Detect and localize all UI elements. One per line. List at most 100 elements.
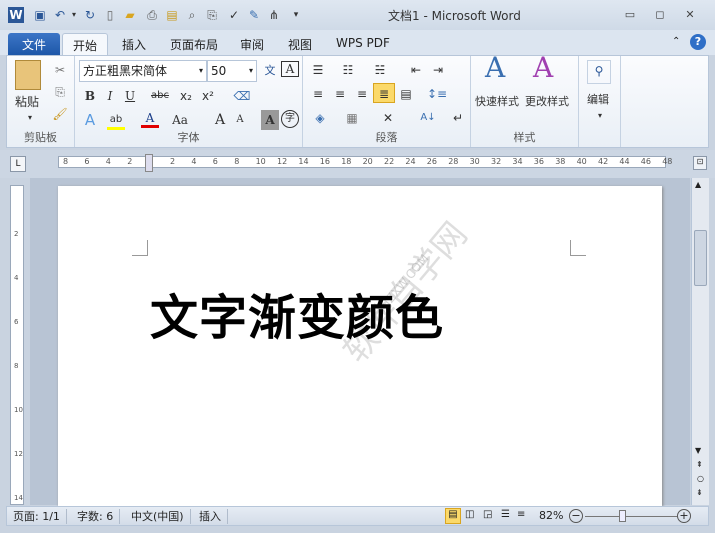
maximize-button[interactable]: ◻ bbox=[650, 8, 670, 22]
shrink-font-button[interactable]: A bbox=[231, 110, 249, 130]
copy-icon[interactable]: ⎘ bbox=[51, 82, 69, 102]
font-color-icon[interactable]: A bbox=[141, 108, 159, 128]
tab-page-layout[interactable]: 页面布局 bbox=[160, 33, 228, 55]
full-screen-reading-icon[interactable]: ◫ bbox=[465, 509, 474, 520]
tab-review[interactable]: 审阅 bbox=[230, 33, 274, 55]
print-layout-icon[interactable]: ▤ bbox=[445, 508, 461, 524]
quick-styles-icon[interactable]: A bbox=[485, 54, 505, 82]
char-shading-button[interactable]: A bbox=[261, 110, 279, 130]
attach-icon[interactable]: ⎘ bbox=[204, 7, 220, 23]
text-effects-icon[interactable]: A bbox=[81, 110, 99, 130]
change-styles-button[interactable]: 更改样式 bbox=[525, 92, 569, 112]
browse-object-icon[interactable]: ○ bbox=[697, 474, 704, 483]
strikethrough-button[interactable]: abc bbox=[151, 86, 169, 106]
phonetic-guide-icon[interactable]: 文 bbox=[261, 61, 279, 81]
zoom-out-button[interactable]: − bbox=[569, 509, 583, 523]
distribute-icon[interactable]: ▤ bbox=[397, 84, 415, 104]
edit-icon[interactable]: ✎ bbox=[246, 7, 262, 23]
vertical-scrollbar[interactable]: ▲ ▼ ⇞ ○ ⇟ bbox=[691, 178, 709, 505]
line-spacing-icon[interactable]: ↕≡ bbox=[427, 84, 447, 104]
document-page[interactable]: 软件自学网 RJZXW.COM 文字渐变颜色 bbox=[58, 186, 662, 506]
justify-button[interactable]: ≣ bbox=[373, 83, 395, 103]
scroll-up-icon[interactable]: ▲ bbox=[695, 180, 701, 189]
close-button[interactable]: ✕ bbox=[680, 8, 700, 22]
increase-indent-icon[interactable]: ⇥ bbox=[429, 60, 447, 80]
spelling-icon[interactable]: ✓ bbox=[226, 7, 242, 23]
change-styles-icon[interactable]: A bbox=[533, 54, 553, 82]
bullets-icon[interactable]: ☰ bbox=[309, 60, 327, 80]
folder-icon[interactable]: ▤ bbox=[164, 7, 180, 23]
zoom-in-button[interactable]: + bbox=[677, 509, 691, 523]
prev-page-icon[interactable]: ⇞ bbox=[696, 460, 703, 469]
tab-insert[interactable]: 插入 bbox=[112, 33, 156, 55]
org-chart-icon[interactable]: ⋔ bbox=[266, 7, 282, 23]
editing-dropdown-icon[interactable]: ▾ bbox=[591, 106, 609, 126]
word-count[interactable]: 字数: 6 bbox=[71, 509, 121, 524]
help-icon[interactable]: ? bbox=[690, 34, 706, 50]
view-ruler-icon[interactable]: ⊡ bbox=[693, 156, 707, 170]
web-layout-icon[interactable]: ◲ bbox=[483, 509, 492, 520]
italic-button[interactable]: I bbox=[101, 86, 119, 106]
font-name-select[interactable]: 方正粗黑宋简体 ▾ bbox=[79, 60, 207, 82]
numbering-icon[interactable]: ☷ bbox=[339, 60, 357, 80]
align-left-icon[interactable]: ≡ bbox=[309, 84, 327, 104]
zoom-slider[interactable] bbox=[585, 516, 677, 517]
enclose-char-button[interactable]: 字 bbox=[281, 110, 299, 128]
print-icon[interactable]: ⎙ bbox=[144, 7, 160, 23]
quick-styles-button[interactable]: 快速样式 bbox=[475, 92, 519, 112]
shading-icon[interactable]: ◈ bbox=[311, 108, 329, 128]
minimize-button[interactable]: ▭ bbox=[620, 8, 640, 22]
tab-selector-button[interactable]: L bbox=[10, 156, 26, 172]
tab-file[interactable]: 文件 bbox=[8, 33, 60, 55]
language[interactable]: 中文(中国) bbox=[125, 509, 191, 524]
cut-icon[interactable]: ✂ bbox=[51, 60, 69, 80]
zoom-level[interactable]: 82% bbox=[539, 509, 563, 522]
underline-button[interactable]: U bbox=[121, 86, 139, 106]
indent-marker[interactable] bbox=[145, 154, 153, 172]
grow-font-button[interactable]: A bbox=[211, 110, 229, 130]
draft-icon[interactable]: ≡ bbox=[517, 509, 525, 520]
insert-mode[interactable]: 插入 bbox=[193, 509, 228, 524]
vertical-ruler[interactable]: 2 4 6 8 10 12 14 bbox=[10, 185, 24, 505]
new-doc-icon[interactable]: ▯ bbox=[102, 7, 118, 23]
find-icon[interactable]: ⚲ bbox=[587, 60, 611, 84]
bold-button[interactable]: B bbox=[81, 86, 99, 106]
customize-icon[interactable]: ▾ bbox=[288, 7, 304, 23]
page-count[interactable]: 页面: 1/1 bbox=[7, 509, 67, 524]
sort-icon[interactable]: A↓ bbox=[419, 108, 437, 128]
undo-dropdown-icon[interactable]: ▾ bbox=[66, 7, 82, 23]
scroll-thumb[interactable] bbox=[694, 230, 707, 286]
format-painter-icon[interactable]: 🖌 bbox=[51, 104, 69, 124]
show-marks-icon[interactable]: ↵ bbox=[449, 108, 467, 128]
redo-icon[interactable]: ↻ bbox=[82, 7, 98, 23]
clear-format-icon[interactable]: ⌫ bbox=[233, 86, 251, 106]
tab-wps-pdf[interactable]: WPS PDF bbox=[326, 33, 400, 55]
collapse-ribbon-icon[interactable]: ⌃ bbox=[672, 36, 680, 47]
next-page-icon[interactable]: ⇟ bbox=[696, 488, 703, 497]
align-right-icon[interactable]: ≡ bbox=[353, 84, 371, 104]
print-preview-icon[interactable]: ⌕ bbox=[184, 7, 200, 23]
font-size-select[interactable]: 50 ▾ bbox=[207, 60, 257, 82]
superscript-button[interactable]: x² bbox=[199, 86, 217, 106]
paste-dropdown-icon[interactable]: ▾ bbox=[21, 108, 39, 128]
document-text[interactable]: 文字渐变颜色 bbox=[150, 278, 444, 348]
horizontal-ruler[interactable]: 8 6 4 2 2 4 6 8 10 12 14 16 18 20 22 24 26 28 30 32 34 36 38 40… bbox=[58, 154, 672, 172]
tab-home[interactable]: 开始 bbox=[62, 33, 109, 55]
outline-icon[interactable]: ☰ bbox=[501, 509, 510, 520]
open-icon[interactable]: ▰ bbox=[122, 7, 138, 23]
asian-layout-icon[interactable]: ✕ bbox=[379, 108, 397, 128]
decrease-indent-icon[interactable]: ⇤ bbox=[407, 60, 425, 80]
highlight-icon[interactable]: ab bbox=[107, 110, 125, 130]
subscript-button[interactable]: x₂ bbox=[177, 86, 195, 106]
save-icon[interactable]: ▣ bbox=[32, 7, 48, 23]
char-border-icon[interactable]: A bbox=[281, 61, 299, 77]
scroll-down-icon[interactable]: ▼ bbox=[695, 446, 701, 455]
borders-icon[interactable]: ▦ bbox=[343, 108, 361, 128]
zoom-slider-thumb[interactable] bbox=[618, 510, 626, 522]
multilevel-list-icon[interactable]: ☵ bbox=[371, 60, 389, 80]
tab-view[interactable]: 视图 bbox=[278, 33, 322, 55]
paste-icon[interactable] bbox=[15, 60, 41, 90]
word-logo-icon[interactable]: W bbox=[8, 7, 24, 23]
align-center-icon[interactable]: ≡ bbox=[331, 84, 349, 104]
change-case-button[interactable]: Aa bbox=[171, 110, 189, 130]
